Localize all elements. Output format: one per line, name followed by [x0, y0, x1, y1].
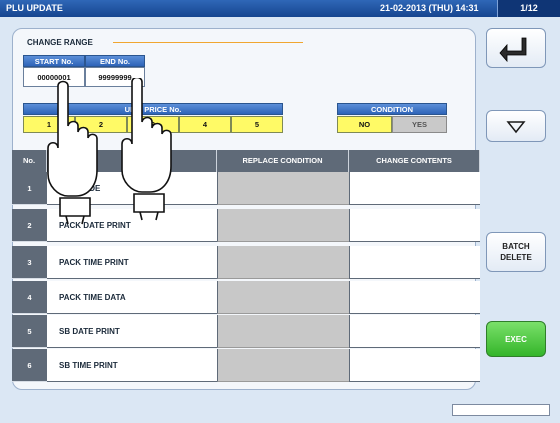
col-header-change-contents: CHANGE CONTENTS [349, 150, 480, 172]
screen-title: PLU UPDATE [6, 3, 63, 13]
unit-price-1[interactable]: 1 [23, 116, 75, 133]
exec-button[interactable]: EXEC [486, 321, 546, 357]
table-row[interactable]: 2 PACK DATE PRINT [12, 209, 480, 242]
col-header-item: ITEM [47, 150, 217, 172]
row-replace-condition[interactable] [217, 246, 349, 279]
row-item: PLU CODE [47, 172, 217, 205]
row-number: 4 [12, 281, 47, 314]
table-row[interactable]: 1 PLU CODE [12, 172, 480, 205]
date-time: 21-02-2013 (THU) 14:31 [380, 3, 479, 13]
unit-price-2[interactable]: 2 [75, 116, 127, 133]
divider [113, 42, 303, 43]
return-arrow-icon [499, 37, 527, 63]
row-number: 6 [12, 349, 47, 382]
end-no-field[interactable]: 99999999 [85, 67, 145, 87]
unit-price-header: UNIT PRICE No. [23, 103, 283, 115]
status-bar [452, 404, 550, 416]
row-change-contents[interactable] [349, 349, 480, 382]
row-item: SB TIME PRINT [47, 349, 217, 382]
batch-delete-line-2: DELETE [500, 253, 532, 262]
title-bar: PLU UPDATE 21-02-2013 (THU) 14:31 1/12 [0, 0, 560, 17]
row-item: PACK DATE PRINT [47, 209, 217, 242]
row-replace-condition[interactable] [217, 315, 349, 348]
row-number: 5 [12, 315, 47, 348]
end-no-label: END No. [85, 55, 145, 67]
row-change-contents[interactable] [349, 209, 480, 242]
row-number: 2 [12, 209, 47, 242]
row-change-contents[interactable] [349, 246, 480, 279]
row-number: 1 [12, 172, 47, 205]
row-change-contents[interactable] [349, 281, 480, 314]
back-button[interactable] [486, 28, 546, 68]
row-item: PACK TIME PRINT [47, 246, 217, 279]
table-row[interactable]: 5 SB DATE PRINT [12, 315, 480, 348]
col-header-no: No. [12, 150, 47, 172]
row-change-contents[interactable] [349, 315, 480, 348]
col-header-replace-condition: REPLACE CONDITION [217, 150, 349, 172]
unit-price-5[interactable]: 5 [231, 116, 283, 133]
table-row[interactable]: 6 SB TIME PRINT [12, 349, 480, 382]
start-no-field[interactable]: 00000001 [23, 67, 85, 87]
change-range-title: CHANGE RANGE [27, 38, 93, 47]
row-number: 3 [12, 246, 47, 279]
row-replace-condition[interactable] [217, 209, 349, 242]
row-item: SB DATE PRINT [47, 315, 217, 348]
triangle-down-icon [506, 121, 526, 134]
condition-yes-button[interactable]: YES [392, 116, 447, 133]
unit-price-4[interactable]: 4 [179, 116, 231, 133]
table-row[interactable]: 3 PACK TIME PRINT [12, 246, 480, 279]
screen: PLU UPDATE 21-02-2013 (THU) 14:31 1/12 C… [0, 0, 560, 423]
unit-price-3[interactable]: 3 [127, 116, 179, 133]
row-change-contents[interactable] [349, 172, 480, 205]
condition-header: CONDITION [337, 103, 447, 115]
table-row[interactable]: 4 PACK TIME DATA [12, 281, 480, 314]
scroll-down-button[interactable] [486, 110, 546, 142]
row-item: PACK TIME DATA [47, 281, 217, 314]
condition-no-button[interactable]: NO [337, 116, 392, 133]
batch-delete-line-1: BATCH [502, 242, 530, 251]
row-replace-condition[interactable] [217, 349, 349, 382]
start-no-label: START No. [23, 55, 85, 67]
batch-delete-button[interactable]: BATCH DELETE [486, 232, 546, 272]
row-replace-condition[interactable] [217, 172, 349, 205]
row-replace-condition[interactable] [217, 281, 349, 314]
page-indicator: 1/12 [497, 0, 560, 17]
